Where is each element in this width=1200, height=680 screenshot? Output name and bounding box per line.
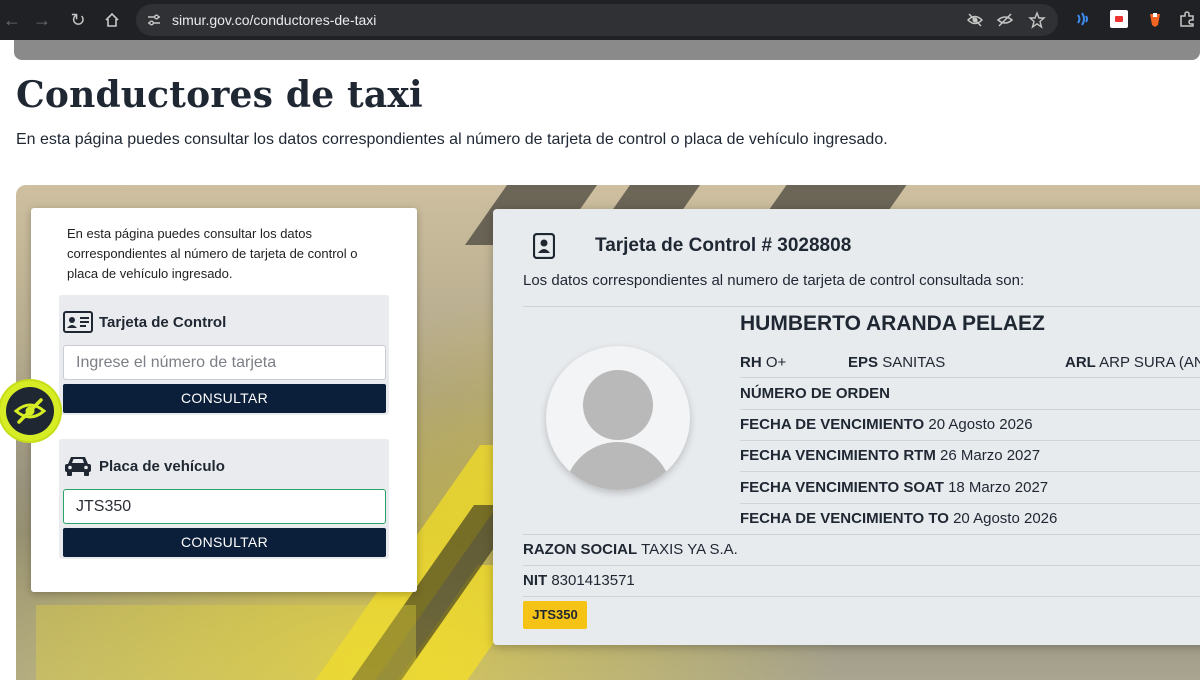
driver-name: HUMBERTO ARANDA PELAEZ [740, 312, 1045, 335]
page-title: Conductores de taxi [16, 74, 423, 116]
nit-value: 8301413571 [551, 572, 635, 589]
badge-icon [533, 233, 555, 259]
site-header-bar [14, 40, 1200, 60]
nit-label: NIT [523, 572, 548, 589]
hide-icon[interactable] [996, 11, 1014, 29]
bookmark-star-icon[interactable] [1028, 11, 1046, 29]
extension-brave-icon[interactable] [1146, 10, 1164, 28]
to-expiry-value: 20 Agosto 2026 [953, 510, 1058, 527]
order-number-row: NÚMERO DE ORDEN [740, 385, 890, 402]
soat-expiry-value: 18 Marzo 2027 [948, 479, 1049, 496]
forward-icon[interactable]: → [30, 8, 54, 32]
result-title: Tarjeta de Control # 3028808 [595, 235, 852, 256]
company-label: RAZON SOCIAL [523, 541, 638, 558]
eye-off-icon [13, 398, 47, 424]
vehicle-plate-input[interactable]: JTS350 [63, 489, 386, 524]
search-card: En esta página puedes consultar los dato… [31, 208, 417, 592]
soat-expiry-label: FECHA VENCIMIENTO SOAT [740, 479, 944, 496]
expiry-date-label: FECHA DE VENCIMIENTO [740, 416, 925, 433]
control-card-input[interactable]: Ingrese el número de tarjeta [63, 345, 386, 380]
rh-label: RH [740, 354, 762, 371]
consult-control-card-button[interactable]: CONSULTAR [63, 384, 386, 413]
reload-icon[interactable]: ↻ [66, 8, 90, 32]
eps-label: EPS [848, 354, 879, 371]
page-description: En esta página puedes consultar los dato… [16, 131, 888, 148]
rtm-expiry-label: FECHA VENCIMIENTO RTM [740, 447, 936, 464]
arl-label: ARL [1065, 354, 1096, 371]
plate-badge: JTS350 [523, 601, 587, 629]
back-icon[interactable]: ← [0, 8, 24, 32]
company-value: TAXIS YA S.A. [641, 541, 738, 558]
result-card: Tarjeta de Control # 3028808 Los datos c… [493, 209, 1200, 645]
home-icon[interactable] [100, 8, 124, 32]
driver-avatar [546, 346, 690, 490]
extension-wave-icon[interactable] [1074, 10, 1092, 28]
control-card-section: Tarjeta de Control Ingrese el número de … [59, 295, 389, 415]
expiry-date-value: 20 Agosto 2026 [928, 416, 1033, 433]
soat-expiry-row: FECHA VENCIMIENTO SOAT 18 Marzo 2027 [740, 479, 1048, 496]
order-number-label: NÚMERO DE ORDEN [740, 385, 891, 402]
company-row: RAZON SOCIAL TAXIS YA S.A. [523, 541, 738, 558]
url-text[interactable]: simur.gov.co/conductores-de-taxi [172, 12, 376, 28]
to-expiry-row: FECHA DE VENCIMIENTO TO 20 Agosto 2026 [740, 510, 1057, 527]
divider [523, 306, 1200, 307]
expiry-date-row: FECHA DE VENCIMIENTO 20 Agosto 2026 [740, 416, 1033, 433]
eps-value: SANITAS [882, 354, 946, 371]
eps-row: EPS SANITAS [848, 354, 945, 371]
to-expiry-label: FECHA DE VENCIMIENTO TO [740, 510, 949, 527]
arl-row: ARL ARP SURA (ANT [1065, 354, 1200, 371]
nit-row: NIT 8301413571 [523, 572, 635, 589]
car-icon [65, 457, 91, 476]
vehicle-plate-header: Placa de vehículo [63, 451, 225, 481]
accessibility-button[interactable] [0, 381, 60, 441]
control-card-header: Tarjeta de Control [63, 307, 226, 337]
rtm-expiry-value: 26 Marzo 2027 [940, 447, 1041, 464]
result-subtitle: Los datos correspondientes al numero de … [523, 272, 1025, 289]
vehicle-plate-section: Placa de vehículo JTS350 CONSULTAR [59, 439, 389, 559]
search-intro-text: En esta página puedes consultar los dato… [67, 226, 358, 281]
extension-youtube-icon[interactable] [1110, 10, 1128, 28]
rtm-expiry-row: FECHA VENCIMIENTO RTM 26 Marzo 2027 [740, 447, 1040, 464]
rh-row: RH O+ [740, 354, 786, 371]
vehicle-plate-title: Placa de vehículo [99, 457, 225, 475]
rh-value: O+ [765, 354, 787, 371]
consult-vehicle-plate-button[interactable]: CONSULTAR [63, 528, 386, 557]
eye-slash-icon[interactable] [966, 11, 984, 29]
id-card-icon [63, 311, 93, 333]
extensions-puzzle-icon[interactable] [1178, 10, 1196, 28]
site-settings-icon[interactable] [146, 12, 162, 28]
address-bar[interactable]: simur.gov.co/conductores-de-taxi [136, 4, 1058, 36]
browser-toolbar: ← → ↻ simur.gov.co/conductores-de-taxi [0, 0, 1200, 40]
control-card-title: Tarjeta de Control [99, 313, 227, 331]
arl-value: ARP SURA (ANT [1099, 354, 1200, 371]
